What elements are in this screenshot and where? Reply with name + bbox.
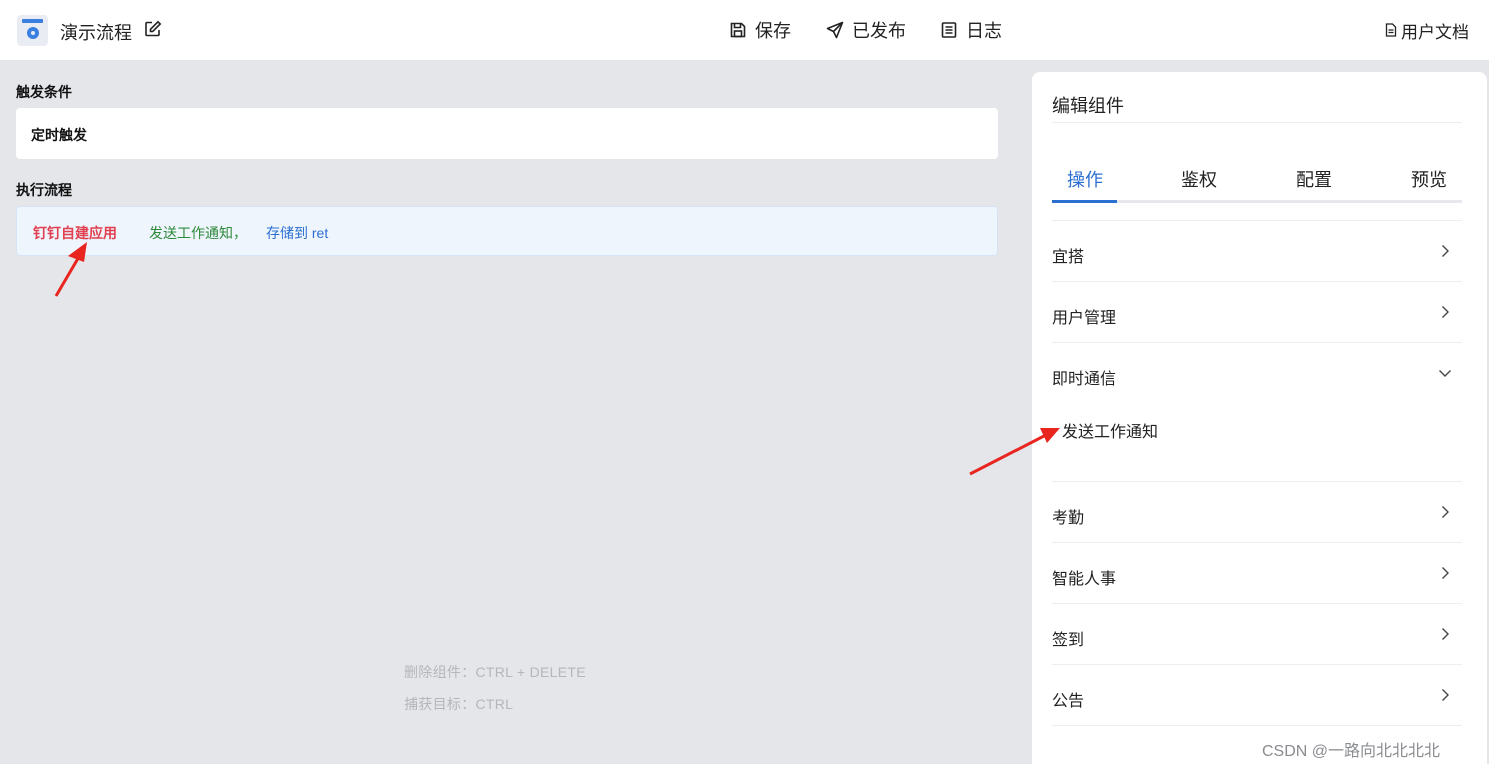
- save-label: 保存: [755, 21, 791, 41]
- chevron-right-icon: [1442, 506, 1449, 518]
- tab-config[interactable]: 配置: [1296, 166, 1332, 192]
- menu-item-yida[interactable]: 宜搭: [1052, 221, 1462, 282]
- chevron-right-icon: [1442, 245, 1449, 257]
- flow-step-card[interactable]: 钉钉自建应用 发送工作通知， 存储到 ret: [16, 206, 998, 256]
- tab-preview[interactable]: 预览: [1411, 166, 1447, 192]
- save-button[interactable]: 保存: [729, 18, 791, 42]
- log-icon: [941, 22, 957, 38]
- app-logo-icon: [17, 15, 48, 46]
- chevron-right-icon: [1442, 306, 1449, 318]
- publish-label: 已发布: [852, 21, 906, 41]
- send-icon: [826, 21, 844, 39]
- delete-shortcut-hint: 删除组件：CTRL + DELETE: [404, 664, 586, 680]
- menu-item-label: 用户管理: [1052, 310, 1117, 327]
- menu-item-im[interactable]: 即时通信: [1052, 343, 1462, 404]
- chevron-right-icon: [1442, 689, 1449, 701]
- user-docs-link[interactable]: 用户文档: [1384, 18, 1469, 42]
- log-label: 日志: [966, 21, 1002, 41]
- chevron-right-icon: [1442, 628, 1449, 640]
- trigger-value: 定时触发: [31, 127, 87, 143]
- panel-title: 编辑组件: [1052, 96, 1124, 116]
- menu-item-checkin[interactable]: 签到: [1052, 604, 1462, 665]
- flow-step-action: 发送工作通知，: [149, 225, 247, 241]
- tab-operation[interactable]: 操作: [1067, 166, 1103, 192]
- log-button[interactable]: 日志: [940, 18, 1002, 42]
- edit-component-panel: 编辑组件 操作 鉴权 配置 预览 宜搭 用户管理 即时通信 发送工作通知 考勤 …: [1032, 72, 1487, 764]
- menu-item-attendance[interactable]: 考勤: [1052, 482, 1462, 543]
- capture-shortcut-hint: 捕获目标：CTRL: [404, 696, 514, 712]
- chevron-down-icon: [1439, 370, 1451, 377]
- publish-button[interactable]: 已发布: [826, 18, 906, 42]
- menu-item-label: 考勤: [1052, 510, 1085, 527]
- menu-item-label: 智能人事: [1052, 571, 1117, 588]
- edit-icon[interactable]: [144, 20, 162, 38]
- tab-active-indicator: [1052, 200, 1117, 203]
- menu-item-label: 宜搭: [1052, 249, 1085, 266]
- document-icon: [1385, 23, 1397, 37]
- menu-item-label: 签到: [1052, 632, 1085, 649]
- panel-tabs: 操作 鉴权 配置 预览: [1052, 166, 1462, 204]
- watermark: CSDN @一路向北北北北: [1262, 743, 1441, 760]
- menu-item-label: 公告: [1052, 693, 1085, 710]
- flow-section-label: 执行流程: [16, 182, 72, 198]
- divider: [1052, 122, 1462, 123]
- menu-item-user-management[interactable]: 用户管理: [1052, 282, 1462, 343]
- trigger-section-label: 触发条件: [16, 84, 72, 100]
- top-bar: 演示流程 保存 已发布 日志 用户文档: [0, 0, 1489, 60]
- menu-item-announcement[interactable]: 公告: [1052, 665, 1462, 726]
- menu-item-label: 即时通信: [1052, 371, 1117, 388]
- menu-submenu-im: [1052, 404, 1462, 482]
- tab-auth[interactable]: 鉴权: [1181, 166, 1217, 192]
- trigger-card[interactable]: 定时触发: [16, 108, 998, 159]
- flow-title: 演示流程: [60, 23, 132, 43]
- flow-step-app: 钉钉自建应用: [33, 225, 117, 241]
- chevron-right-icon: [1442, 567, 1449, 579]
- flow-step-store: 存储到 ret: [266, 225, 329, 241]
- submenu-item-send-work-notice[interactable]: 发送工作通知: [1062, 418, 1158, 442]
- user-docs-label: 用户文档: [1401, 22, 1469, 42]
- menu-item-smart-hr[interactable]: 智能人事: [1052, 543, 1462, 604]
- save-icon: [730, 22, 746, 38]
